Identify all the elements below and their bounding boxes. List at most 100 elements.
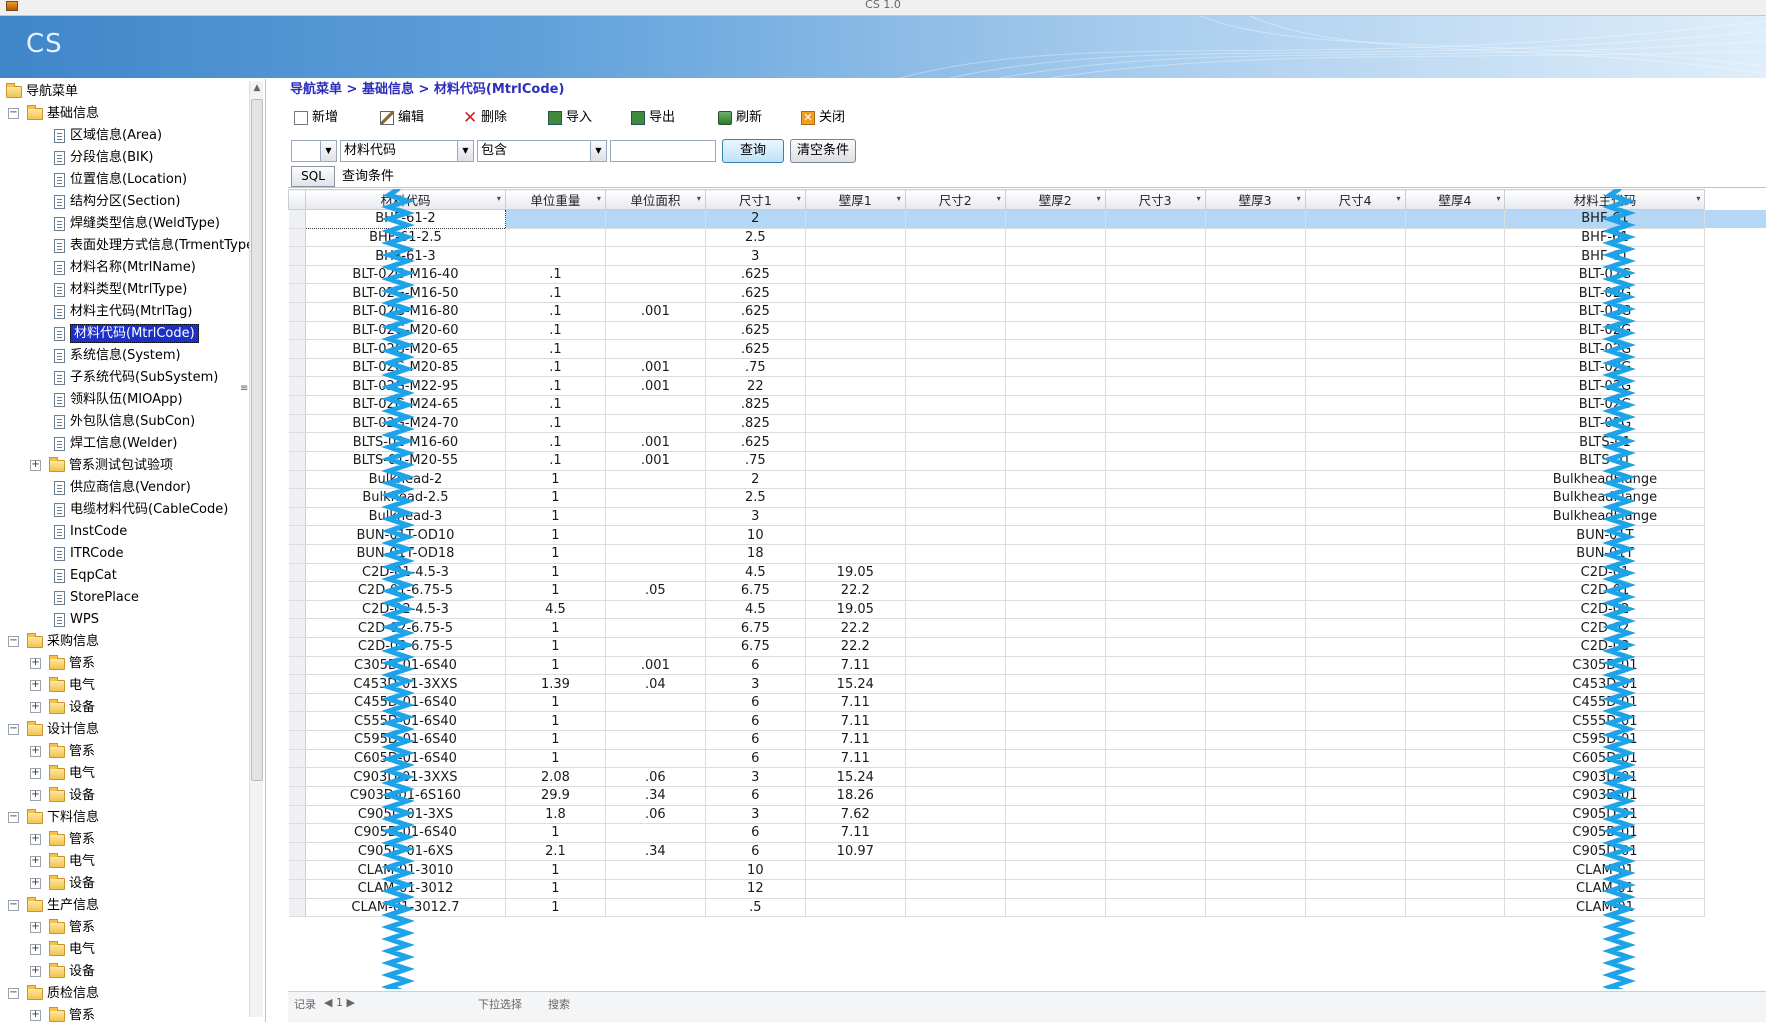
- table-cell[interactable]: [905, 395, 1006, 415]
- table-cell[interactable]: [1005, 507, 1106, 527]
- table-cell[interactable]: [1005, 618, 1106, 639]
- table-cell[interactable]: [605, 544, 706, 564]
- tree-item[interactable]: 领料队伍(MIOApp): [54, 389, 183, 411]
- table-cell[interactable]: C905D-01-3XS: [305, 805, 506, 825]
- table-cell[interactable]: [1205, 470, 1306, 490]
- table-cell[interactable]: 7.11: [805, 730, 906, 750]
- table-cell[interactable]: [1205, 451, 1306, 471]
- table-cell[interactable]: 12: [705, 879, 806, 899]
- row-indicator[interactable]: [288, 767, 306, 787]
- table-cell[interactable]: [1405, 563, 1506, 583]
- table-cell[interactable]: [905, 618, 1006, 639]
- table-cell[interactable]: 6.75: [705, 618, 806, 639]
- row-indicator[interactable]: [288, 451, 306, 471]
- table-cell[interactable]: [905, 823, 1006, 843]
- table-cell[interactable]: 1.39: [505, 674, 606, 694]
- table-row[interactable]: BLT-02G-M16-50.1 .625 BLT-02G: [288, 283, 1766, 304]
- table-row[interactable]: BLT-02G-M20-60.1 .625 BLT-02G: [288, 321, 1766, 341]
- table-cell[interactable]: [1305, 693, 1406, 713]
- tree-item[interactable]: 位置信息(Location): [54, 169, 187, 191]
- table-row[interactable]: BLTS-01-M16-60.1.001.625 BLTS-01: [288, 432, 1766, 452]
- table-cell[interactable]: [1205, 525, 1306, 545]
- table-cell[interactable]: [1305, 451, 1406, 471]
- table-row[interactable]: BLT-02G-M20-65.1 .625 BLT-02G: [288, 339, 1766, 359]
- table-cell[interactable]: [905, 563, 1006, 583]
- table-cell[interactable]: [1105, 432, 1206, 452]
- table-cell[interactable]: [1205, 414, 1306, 434]
- table-cell[interactable]: CLAM-01: [1504, 879, 1706, 899]
- column-filter-icon[interactable]: ▾: [497, 190, 501, 208]
- table-cell[interactable]: 19.05: [805, 600, 906, 620]
- table-cell[interactable]: .625: [705, 265, 806, 285]
- table-cell[interactable]: [1105, 246, 1206, 266]
- tree-item[interactable]: 结构分区(Section): [54, 191, 180, 213]
- table-cell[interactable]: [805, 860, 906, 880]
- table-cell[interactable]: [1005, 860, 1106, 880]
- row-indicator[interactable]: [288, 395, 306, 415]
- row-indicator[interactable]: [288, 321, 306, 341]
- table-cell[interactable]: .625: [705, 321, 806, 341]
- table-cell[interactable]: [1205, 656, 1306, 676]
- table-cell[interactable]: [1305, 432, 1406, 452]
- table-cell[interactable]: C2D-02: [1504, 600, 1706, 620]
- table-cell[interactable]: BLT-02G-M24-65: [305, 395, 506, 415]
- table-cell[interactable]: [905, 507, 1006, 527]
- row-indicator[interactable]: [288, 525, 306, 545]
- table-cell[interactable]: C2D-02: [1504, 618, 1706, 639]
- table-cell[interactable]: [605, 321, 706, 341]
- table-cell[interactable]: [1305, 637, 1406, 657]
- row-indicator[interactable]: [288, 432, 306, 452]
- table-cell[interactable]: [1005, 600, 1106, 620]
- table-cell[interactable]: C2D-01: [1504, 581, 1706, 601]
- table-cell[interactable]: [1005, 879, 1106, 899]
- table-cell[interactable]: [1405, 767, 1506, 787]
- table-row[interactable]: CLAM-01-3012.7 1 .5 CLAM-01: [288, 898, 1766, 918]
- table-cell[interactable]: .1: [505, 265, 606, 285]
- table-cell[interactable]: [1105, 637, 1206, 657]
- scroll-up-icon[interactable]: ▲: [251, 81, 263, 95]
- row-indicator[interactable]: [288, 730, 306, 750]
- table-cell[interactable]: BLT-02G-M24-70: [305, 414, 506, 434]
- tree-item[interactable]: 电缆材料代码(CableCode): [54, 499, 228, 521]
- tree-item[interactable]: + 设备: [30, 785, 95, 807]
- table-cell[interactable]: 7.11: [805, 823, 906, 843]
- table-cell[interactable]: [1105, 470, 1206, 490]
- table-cell[interactable]: [805, 451, 906, 471]
- table-cell[interactable]: 6: [705, 786, 806, 806]
- table-cell[interactable]: [1205, 507, 1306, 527]
- row-indicator[interactable]: [288, 860, 306, 880]
- table-cell[interactable]: [905, 283, 1006, 304]
- table-cell[interactable]: C905D-01: [1504, 842, 1706, 862]
- row-indicator[interactable]: [288, 265, 306, 285]
- table-cell[interactable]: BLT-02G: [1504, 265, 1706, 285]
- collapse-icon[interactable]: −: [8, 108, 19, 119]
- table-cell[interactable]: [905, 693, 1006, 713]
- table-cell[interactable]: [1405, 321, 1506, 341]
- table-row[interactable]: C2D-02-4.5-3 4.5 4.5 19.05 C2D-02: [288, 600, 1766, 620]
- table-cell[interactable]: [1205, 246, 1306, 266]
- table-cell[interactable]: C605D-01: [1504, 749, 1706, 769]
- table-cell[interactable]: [805, 488, 906, 508]
- table-cell[interactable]: BHF-61: [1504, 228, 1706, 248]
- table-row[interactable]: C595D-01-6S40 1 6 7.11 C595D-01: [288, 730, 1766, 750]
- table-cell[interactable]: C2D-01: [1504, 563, 1706, 583]
- table-cell[interactable]: [605, 693, 706, 713]
- table-cell[interactable]: [1105, 898, 1206, 918]
- table-cell[interactable]: 2.1: [505, 842, 606, 862]
- tree-root[interactable]: 导航菜单: [6, 81, 78, 103]
- table-cell[interactable]: BLT-02G-M16-80: [305, 302, 506, 322]
- table-cell[interactable]: [905, 265, 1006, 285]
- table-cell[interactable]: [1105, 525, 1206, 545]
- row-indicator[interactable]: [288, 246, 306, 266]
- table-cell[interactable]: 1: [505, 525, 606, 545]
- table-cell[interactable]: BHF-61: [1504, 246, 1706, 266]
- table-cell[interactable]: [1005, 637, 1106, 657]
- table-cell[interactable]: [1205, 283, 1306, 304]
- table-cell[interactable]: [1305, 265, 1406, 285]
- column-filter-icon[interactable]: ▾: [1097, 190, 1101, 208]
- table-cell[interactable]: [905, 805, 1006, 825]
- expand-icon[interactable]: +: [30, 1010, 41, 1021]
- column-header[interactable]: 材料主代码 ▾: [1504, 189, 1706, 210]
- table-cell[interactable]: 3: [705, 507, 806, 527]
- table-cell[interactable]: BLT-02G-M20-65: [305, 339, 506, 359]
